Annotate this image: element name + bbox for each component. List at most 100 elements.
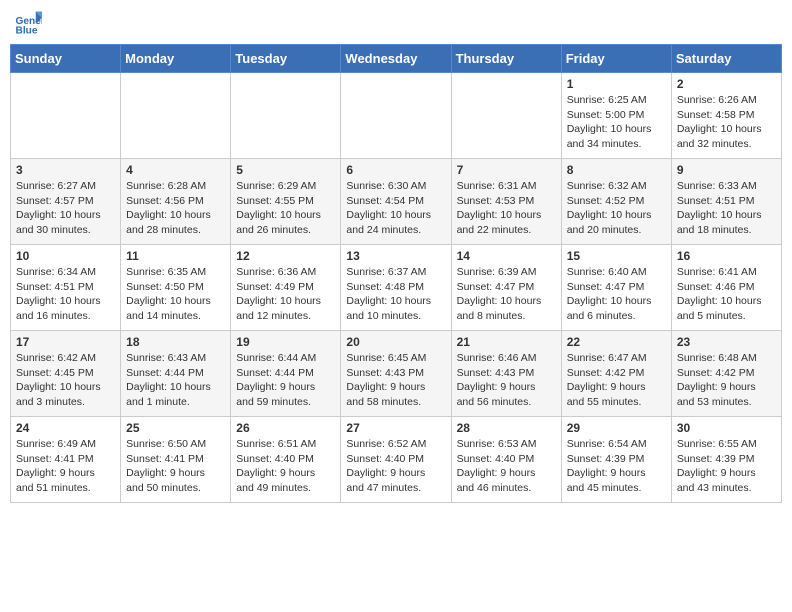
day-number: 28 bbox=[457, 421, 556, 435]
day-info: Sunrise: 6:39 AMSunset: 4:47 PMDaylight:… bbox=[457, 265, 556, 324]
day-number: 23 bbox=[677, 335, 776, 349]
logo: General Blue bbox=[14, 10, 44, 38]
day-number: 11 bbox=[126, 249, 225, 263]
day-number: 9 bbox=[677, 163, 776, 177]
day-info: Sunrise: 6:54 AMSunset: 4:39 PMDaylight:… bbox=[567, 437, 666, 496]
col-header-monday: Monday bbox=[121, 45, 231, 73]
day-info: Sunrise: 6:30 AMSunset: 4:54 PMDaylight:… bbox=[346, 179, 445, 238]
day-cell: 22 Sunrise: 6:47 AMSunset: 4:42 PMDayligh… bbox=[561, 331, 671, 417]
day-number: 12 bbox=[236, 249, 335, 263]
col-header-tuesday: Tuesday bbox=[231, 45, 341, 73]
svg-text:Blue: Blue bbox=[16, 25, 38, 36]
day-cell bbox=[451, 73, 561, 159]
col-header-thursday: Thursday bbox=[451, 45, 561, 73]
day-info: Sunrise: 6:43 AMSunset: 4:44 PMDaylight:… bbox=[126, 351, 225, 410]
day-number: 5 bbox=[236, 163, 335, 177]
day-number: 10 bbox=[16, 249, 115, 263]
day-info: Sunrise: 6:47 AMSunset: 4:42 PMDaylight:… bbox=[567, 351, 666, 410]
day-cell: 29 Sunrise: 6:54 AMSunset: 4:39 PMDayligh… bbox=[561, 417, 671, 503]
day-info: Sunrise: 6:25 AMSunset: 5:00 PMDaylight:… bbox=[567, 93, 666, 152]
day-info: Sunrise: 6:34 AMSunset: 4:51 PMDaylight:… bbox=[16, 265, 115, 324]
day-info: Sunrise: 6:48 AMSunset: 4:42 PMDaylight:… bbox=[677, 351, 776, 410]
day-info: Sunrise: 6:31 AMSunset: 4:53 PMDaylight:… bbox=[457, 179, 556, 238]
day-cell: 23 Sunrise: 6:48 AMSunset: 4:42 PMDayligh… bbox=[671, 331, 781, 417]
day-info: Sunrise: 6:46 AMSunset: 4:43 PMDaylight:… bbox=[457, 351, 556, 410]
logo-icon: General Blue bbox=[14, 10, 42, 38]
day-cell: 8Sunrise: 6:32 AMSunset: 4:52 PMDaylight… bbox=[561, 159, 671, 245]
day-number: 30 bbox=[677, 421, 776, 435]
day-cell: 16Sunrise: 6:41 AMSunset: 4:46 PMDayligh… bbox=[671, 245, 781, 331]
header-row: SundayMondayTuesdayWednesdayThursdayFrid… bbox=[11, 45, 782, 73]
calendar-body: 1Sunrise: 6:25 AMSunset: 5:00 PMDaylight… bbox=[11, 73, 782, 503]
day-info: Sunrise: 6:40 AMSunset: 4:47 PMDaylight:… bbox=[567, 265, 666, 324]
day-cell: 14Sunrise: 6:39 AMSunset: 4:47 PMDayligh… bbox=[451, 245, 561, 331]
day-number: 25 bbox=[126, 421, 225, 435]
day-number: 20 bbox=[346, 335, 445, 349]
week-row-2: 3 Sunrise: 6:27 AMSunset: 4:57 PMDaylight… bbox=[11, 159, 782, 245]
day-cell bbox=[11, 73, 121, 159]
day-number: 21 bbox=[457, 335, 556, 349]
day-cell bbox=[231, 73, 341, 159]
day-cell: 18Sunrise: 6:43 AMSunset: 4:44 PMDayligh… bbox=[121, 331, 231, 417]
week-row-4: 17 Sunrise: 6:42 AMSunset: 4:45 PMDayligh… bbox=[11, 331, 782, 417]
day-cell: 9 Sunrise: 6:33 AMSunset: 4:51 PMDaylight… bbox=[671, 159, 781, 245]
day-cell bbox=[121, 73, 231, 159]
day-cell: 5 Sunrise: 6:29 AMSunset: 4:55 PMDaylight… bbox=[231, 159, 341, 245]
day-info: Sunrise: 6:49 AMSunset: 4:41 PMDaylight:… bbox=[16, 437, 115, 496]
day-info: Sunrise: 6:27 AMSunset: 4:57 PMDaylight:… bbox=[16, 179, 115, 238]
day-info: Sunrise: 6:44 AMSunset: 4:44 PMDaylight:… bbox=[236, 351, 335, 410]
day-number: 2 bbox=[677, 77, 776, 91]
day-cell: 26Sunrise: 6:51 AMSunset: 4:40 PMDayligh… bbox=[231, 417, 341, 503]
day-number: 15 bbox=[567, 249, 666, 263]
day-info: Sunrise: 6:55 AMSunset: 4:39 PMDaylight:… bbox=[677, 437, 776, 496]
day-number: 3 bbox=[16, 163, 115, 177]
day-cell: 12 Sunrise: 6:36 AMSunset: 4:49 PMDayligh… bbox=[231, 245, 341, 331]
day-number: 24 bbox=[16, 421, 115, 435]
day-info: Sunrise: 6:42 AMSunset: 4:45 PMDaylight:… bbox=[16, 351, 115, 410]
day-cell: 17 Sunrise: 6:42 AMSunset: 4:45 PMDayligh… bbox=[11, 331, 121, 417]
day-info: Sunrise: 6:52 AMSunset: 4:40 PMDaylight:… bbox=[346, 437, 445, 496]
day-cell: 10 Sunrise: 6:34 AMSunset: 4:51 PMDayligh… bbox=[11, 245, 121, 331]
day-cell: 11 Sunrise: 6:35 AMSunset: 4:50 PMDayligh… bbox=[121, 245, 231, 331]
calendar-table: SundayMondayTuesdayWednesdayThursdayFrid… bbox=[10, 44, 782, 503]
day-cell: 21 Sunrise: 6:46 AMSunset: 4:43 PMDayligh… bbox=[451, 331, 561, 417]
day-cell: 27 Sunrise: 6:52 AMSunset: 4:40 PMDayligh… bbox=[341, 417, 451, 503]
col-header-friday: Friday bbox=[561, 45, 671, 73]
day-cell: 28 Sunrise: 6:53 AMSunset: 4:40 PMDayligh… bbox=[451, 417, 561, 503]
day-info: Sunrise: 6:50 AMSunset: 4:41 PMDaylight:… bbox=[126, 437, 225, 496]
day-info: Sunrise: 6:29 AMSunset: 4:55 PMDaylight:… bbox=[236, 179, 335, 238]
day-info: Sunrise: 6:45 AMSunset: 4:43 PMDaylight:… bbox=[346, 351, 445, 410]
day-cell: 7Sunrise: 6:31 AMSunset: 4:53 PMDaylight… bbox=[451, 159, 561, 245]
week-row-1: 1Sunrise: 6:25 AMSunset: 5:00 PMDaylight… bbox=[11, 73, 782, 159]
day-number: 22 bbox=[567, 335, 666, 349]
day-info: Sunrise: 6:53 AMSunset: 4:40 PMDaylight:… bbox=[457, 437, 556, 496]
day-cell: 4Sunrise: 6:28 AMSunset: 4:56 PMDaylight… bbox=[121, 159, 231, 245]
col-header-sunday: Sunday bbox=[11, 45, 121, 73]
day-cell: 3 Sunrise: 6:27 AMSunset: 4:57 PMDaylight… bbox=[11, 159, 121, 245]
day-number: 17 bbox=[16, 335, 115, 349]
day-info: Sunrise: 6:36 AMSunset: 4:49 PMDaylight:… bbox=[236, 265, 335, 324]
day-number: 13 bbox=[346, 249, 445, 263]
day-cell: 1Sunrise: 6:25 AMSunset: 5:00 PMDaylight… bbox=[561, 73, 671, 159]
day-number: 6 bbox=[346, 163, 445, 177]
day-info: Sunrise: 6:33 AMSunset: 4:51 PMDaylight:… bbox=[677, 179, 776, 238]
day-info: Sunrise: 6:35 AMSunset: 4:50 PMDaylight:… bbox=[126, 265, 225, 324]
day-number: 19 bbox=[236, 335, 335, 349]
day-number: 27 bbox=[346, 421, 445, 435]
page-header: General Blue bbox=[10, 10, 782, 38]
calendar-header: SundayMondayTuesdayWednesdayThursdayFrid… bbox=[11, 45, 782, 73]
day-cell: 24 Sunrise: 6:49 AMSunset: 4:41 PMDayligh… bbox=[11, 417, 121, 503]
day-cell: 2 Sunrise: 6:26 AMSunset: 4:58 PMDaylight… bbox=[671, 73, 781, 159]
day-info: Sunrise: 6:37 AMSunset: 4:48 PMDaylight:… bbox=[346, 265, 445, 324]
col-header-saturday: Saturday bbox=[671, 45, 781, 73]
day-number: 29 bbox=[567, 421, 666, 435]
day-cell: 13 Sunrise: 6:37 AMSunset: 4:48 PMDayligh… bbox=[341, 245, 451, 331]
day-cell: 15 Sunrise: 6:40 AMSunset: 4:47 PMDayligh… bbox=[561, 245, 671, 331]
day-info: Sunrise: 6:26 AMSunset: 4:58 PMDaylight:… bbox=[677, 93, 776, 152]
day-info: Sunrise: 6:41 AMSunset: 4:46 PMDaylight:… bbox=[677, 265, 776, 324]
day-cell bbox=[341, 73, 451, 159]
day-info: Sunrise: 6:28 AMSunset: 4:56 PMDaylight:… bbox=[126, 179, 225, 238]
day-cell: 30 Sunrise: 6:55 AMSunset: 4:39 PMDayligh… bbox=[671, 417, 781, 503]
week-row-5: 24 Sunrise: 6:49 AMSunset: 4:41 PMDayligh… bbox=[11, 417, 782, 503]
day-number: 26 bbox=[236, 421, 335, 435]
